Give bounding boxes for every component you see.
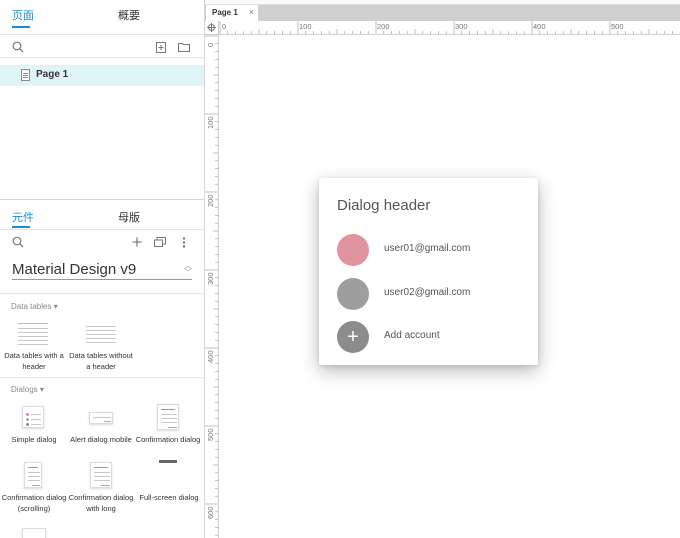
- ruler-label: 100: [206, 116, 215, 129]
- horizontal-ruler: 0 100 200 300 400 500: [219, 21, 680, 35]
- add-icon: +: [337, 321, 369, 353]
- widget-alert-dialog-mobile[interactable]: Alert dialog mobile: [68, 404, 134, 460]
- fullscreen-dialog-thumb: [159, 460, 177, 463]
- section-divider: [0, 377, 204, 378]
- ruler-label: 400: [533, 22, 546, 31]
- ruler-label: 0: [222, 22, 227, 31]
- document-tab[interactable]: Page 1 ×: [206, 5, 258, 21]
- account-email: user01@gmail.com: [384, 243, 471, 254]
- confirmation-dialog-thumb: [157, 404, 179, 430]
- simple-dialog-thumb: [22, 406, 44, 428]
- document-tabbar: Page 1 ×: [205, 5, 680, 21]
- ruler-label: 0: [206, 42, 215, 47]
- confirmation-long-thumb: [90, 462, 112, 488]
- ruler-label: 600: [206, 506, 215, 519]
- library-name: Material Design v9: [12, 261, 137, 278]
- add-folder-icon[interactable]: [177, 40, 191, 54]
- more-options-icon[interactable]: [177, 235, 191, 249]
- left-panel: 页面 概要 Page 1 元件 母版 Material Design v9 ︿ …: [0, 0, 205, 538]
- dialog-header: Dialog header: [337, 197, 431, 214]
- ruler-label: 300: [206, 272, 215, 285]
- data-table-thumb: [18, 320, 48, 346]
- account-row-user01[interactable]: user01@gmail.com: [337, 234, 527, 266]
- select-arrows-icon: ︿ ﹀: [184, 261, 192, 277]
- add-library-icon[interactable]: [130, 235, 144, 249]
- vertical-ruler: 0 100 200 300 400 500 600: [205, 35, 219, 538]
- pages-tabbar: 页面 概要: [0, 0, 205, 28]
- tab-masters[interactable]: 母版: [118, 209, 140, 225]
- alert-dialog-thumb: [89, 412, 113, 424]
- widget-confirmation-dialog[interactable]: Confirmation dialog: [134, 404, 202, 460]
- document-tab-label: Page 1: [212, 8, 238, 17]
- tab-widgets[interactable]: 元件: [12, 209, 34, 225]
- widget-fullscreen-dialog[interactable]: Full-screen dialog: [134, 456, 204, 512]
- widget-label: Confirmation dialog: [135, 435, 201, 444]
- widget-label: Full-screen dialog: [139, 493, 199, 502]
- ruler-origin-icon[interactable]: [205, 21, 219, 35]
- widget-label: Data tables with a header: [4, 351, 64, 371]
- widget-data-tables-header[interactable]: Data tables with a header: [0, 320, 68, 372]
- page-item-label: Page 1: [36, 69, 69, 80]
- widget-label: Alert dialog mobile: [70, 435, 132, 444]
- ruler-label: 400: [206, 350, 215, 363]
- tab-outline[interactable]: 概要: [118, 7, 140, 23]
- ruler-label: 500: [206, 428, 215, 441]
- widget-confirmation-scrolling[interactable]: Confirmation dialog (scrolling): [0, 462, 68, 518]
- add-account-label: Add account: [384, 330, 440, 341]
- avatar: [337, 278, 369, 310]
- page-list-item[interactable]: Page 1: [0, 65, 204, 86]
- account-email: user02@gmail.com: [384, 287, 471, 298]
- widget-label: Data tables without a header: [69, 351, 133, 371]
- ruler-label: 200: [377, 22, 390, 31]
- vertical-ruler-ticks: [205, 35, 218, 536]
- widget-label: Simple dialog: [11, 435, 57, 444]
- library-select[interactable]: Material Design v9 ︿ ﹀: [12, 260, 192, 280]
- section-data-tables[interactable]: Data tables ▾: [11, 302, 58, 311]
- dialog-widget[interactable]: Dialog header user01@gmail.com user02@gm…: [319, 178, 538, 365]
- account-row-user02[interactable]: user02@gmail.com: [337, 278, 527, 310]
- tab-pages[interactable]: 页面: [12, 7, 34, 23]
- pages-toolbar: [0, 34, 205, 58]
- close-tab-icon[interactable]: ×: [249, 7, 254, 17]
- tab-widgets-underline: [12, 226, 30, 228]
- section-dialogs[interactable]: Dialogs ▾: [11, 385, 44, 394]
- add-account-row[interactable]: + Add account: [337, 321, 527, 353]
- widget-label: Confirmation dialog with long: [68, 493, 134, 513]
- data-table-thumb: [86, 324, 116, 344]
- search-icon[interactable]: [11, 40, 25, 54]
- library-copy-icon[interactable]: [153, 235, 167, 249]
- tab-pages-underline: [12, 26, 30, 28]
- page-icon: [21, 69, 30, 81]
- ruler-label: 200: [206, 194, 215, 207]
- ruler-label: 100: [299, 22, 312, 31]
- confirmation-scrolling-thumb: [24, 462, 42, 488]
- widget-data-tables-no-header[interactable]: Data tables without a header: [68, 320, 134, 372]
- library-tabbar: 元件 母版: [0, 202, 205, 230]
- ruler-label: 300: [455, 22, 468, 31]
- partial-widget-thumb: [22, 528, 46, 538]
- app-window: 页面 概要 Page 1 元件 母版 Material Design v9 ︿ …: [0, 0, 680, 538]
- widget-label: Confirmation dialog (scrolling): [1, 493, 67, 513]
- panel-divider: [0, 199, 204, 200]
- widget-simple-dialog[interactable]: Simple dialog: [0, 404, 68, 452]
- avatar: [337, 234, 369, 266]
- add-page-icon[interactable]: [154, 40, 168, 54]
- ruler-label: 500: [611, 22, 624, 31]
- section-divider: [0, 293, 204, 294]
- library-toolbar: [0, 229, 205, 253]
- widget-confirmation-long[interactable]: Confirmation dialog with long: [68, 462, 134, 518]
- library-search-icon[interactable]: [11, 235, 25, 249]
